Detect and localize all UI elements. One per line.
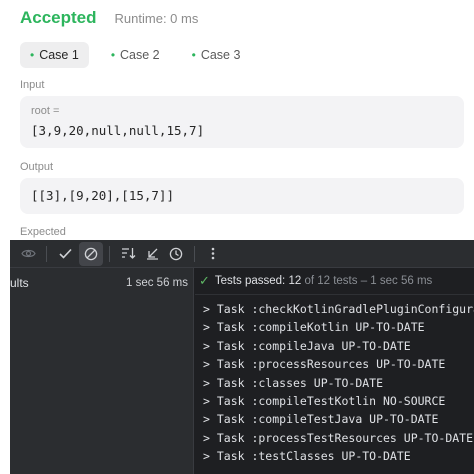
console-line: > Task :classes UP-TO-DATE bbox=[203, 375, 384, 390]
passed-dot-icon: • bbox=[110, 48, 116, 62]
status-prefix: Tests passed: bbox=[214, 275, 286, 287]
tab-label: Case 1 bbox=[39, 48, 79, 62]
passed-dot-icon: • bbox=[191, 48, 196, 62]
tests-passed-status: ✓ Tests passed: 12 of 12 tests – 1 sec 5… bbox=[195, 268, 474, 295]
tab-case-3[interactable]: • Case 3 bbox=[182, 42, 251, 68]
runtime-label: Runtime: 0 ms bbox=[114, 11, 199, 26]
input-label: Input bbox=[20, 79, 45, 91]
tree-row-duration: 1 sec 56 ms bbox=[126, 277, 188, 289]
test-results-root-row[interactable]: ults 1 sec 56 ms bbox=[10, 272, 194, 294]
eye-icon[interactable] bbox=[16, 242, 40, 266]
console-panel: ✓ Tests passed: 12 of 12 tests – 1 sec 5… bbox=[195, 268, 474, 474]
collapse-icon[interactable] bbox=[140, 242, 164, 266]
tab-case-1[interactable]: • Case 1 bbox=[20, 42, 89, 68]
ide-run-panel: ults 1 sec 56 ms ✓ Tests passed: 12 of 1… bbox=[10, 240, 474, 474]
test-results-tree: ults 1 sec 56 ms bbox=[10, 268, 194, 474]
input-var-name: root = bbox=[31, 105, 60, 117]
console-line: > Task :checkKotlinGradlePluginConfigura bbox=[203, 302, 474, 316]
input-value: [3,9,20,null,null,15,7] bbox=[31, 123, 205, 138]
result-panel: Accepted Runtime: 0 ms • Case 1 • Case 2… bbox=[0, 0, 474, 240]
expected-label: Expected bbox=[20, 226, 66, 238]
tab-case-2[interactable]: • Case 2 bbox=[101, 42, 170, 68]
toolbar-divider bbox=[46, 245, 47, 262]
check-icon[interactable] bbox=[53, 242, 77, 266]
output-label: Output bbox=[20, 161, 54, 173]
more-vertical-icon[interactable] bbox=[201, 242, 225, 266]
status-badge: Accepted bbox=[20, 8, 97, 27]
check-icon: ✓ bbox=[199, 273, 210, 288]
console-line: > Task :compileTestKotlin NO-SOURCE bbox=[203, 393, 446, 408]
console-output: > Task :checkKotlinGradlePluginConfigura… bbox=[203, 300, 474, 466]
toolbar-divider bbox=[194, 245, 195, 262]
console-line: > Task :compileJava UP-TO-DATE bbox=[203, 338, 411, 353]
console-line: > Task :processTestResources UP-TO-DATE bbox=[203, 430, 474, 445]
stop-circle-icon[interactable] bbox=[79, 241, 103, 266]
result-header: Accepted Runtime: 0 ms bbox=[20, 8, 198, 34]
status-suffix: of 12 tests – 1 sec 56 ms bbox=[304, 275, 433, 287]
tab-label: Case 3 bbox=[200, 48, 241, 62]
console-line: > Task :processResources UP-TO-DATE bbox=[203, 357, 446, 372]
case-tabs: • Case 1 • Case 2 • Case 3 bbox=[20, 42, 262, 68]
toolbar-divider bbox=[109, 245, 110, 262]
console-line: > Task :compileKotlin UP-TO-DATE bbox=[203, 320, 425, 335]
console-line: > Task :compileTestJava UP-TO-DATE bbox=[203, 412, 439, 427]
console-line: > Task :testClasses UP-TO-DATE bbox=[203, 449, 411, 464]
output-value: [[3],[9,20],[15,7]] bbox=[31, 188, 174, 203]
run-toolbar bbox=[10, 240, 474, 268]
status-count: 12 bbox=[288, 275, 302, 287]
output-box: [[3],[9,20],[15,7]] bbox=[20, 178, 464, 214]
passed-dot-icon: • bbox=[30, 48, 35, 62]
tab-label: Case 2 bbox=[120, 48, 160, 62]
tree-row-label: ults bbox=[10, 276, 29, 290]
history-clock-icon[interactable] bbox=[164, 242, 188, 266]
sort-icon[interactable] bbox=[116, 242, 140, 266]
input-box: root = [3,9,20,null,null,15,7] bbox=[20, 96, 464, 148]
